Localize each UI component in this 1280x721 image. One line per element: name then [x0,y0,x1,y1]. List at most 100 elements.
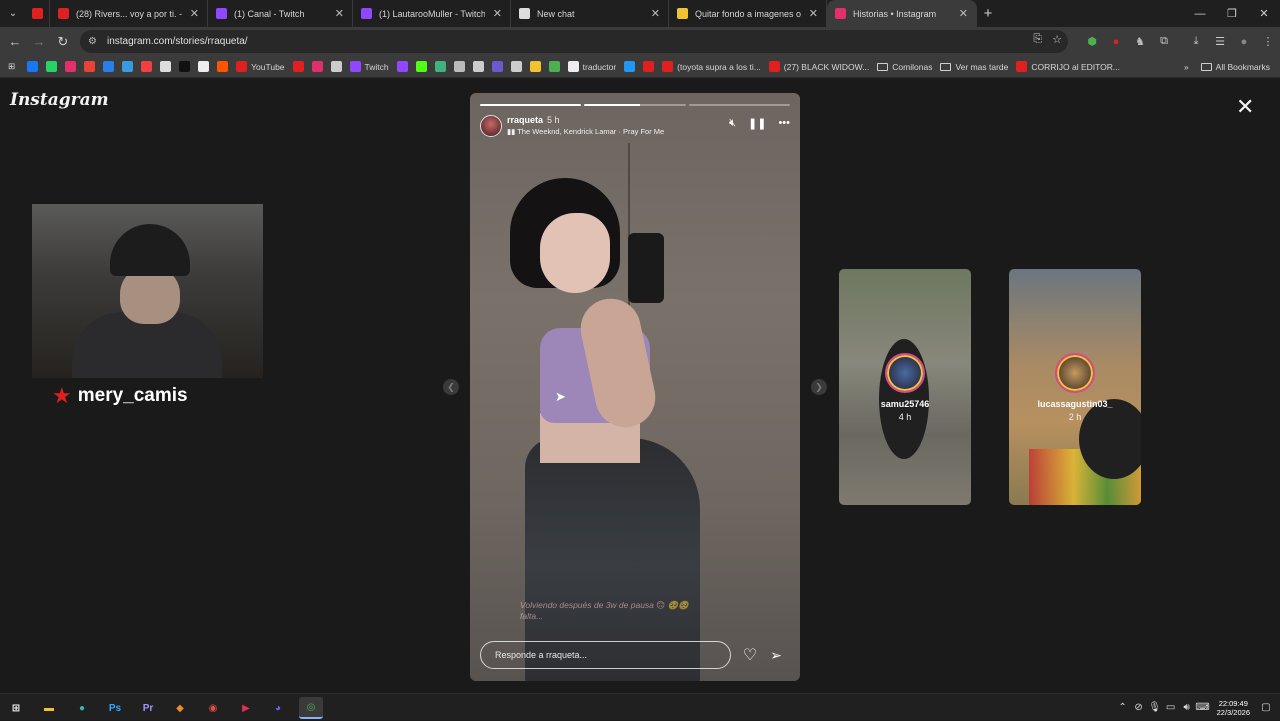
browser-tab[interactable]: New chat ✕ [511,0,669,27]
downloads-icon[interactable]: ⤓ [1184,30,1208,54]
close-tab-icon[interactable]: ✕ [493,7,502,20]
bookmark-item[interactable] [289,56,308,78]
windows-start-icon[interactable]: ⊞ [4,697,28,719]
bookmarks-overflow-icon[interactable]: » [1176,56,1197,78]
forward-button[interactable]: → [27,30,51,54]
story-username[interactable]: rraqueta [507,115,543,125]
bookmark-item[interactable] [80,56,99,78]
bookmark-item[interactable] [42,56,61,78]
more-options-icon[interactable]: ••• [778,117,790,130]
story-username-row[interactable]: rraqueta 5 h [507,115,560,125]
new-tab-button[interactable]: + [977,0,999,27]
extension-mask-icon[interactable]: ♞ [1128,30,1152,54]
photoshop-icon[interactable]: Ps [103,697,127,719]
instagram-logo[interactable]: Instagram [10,90,109,110]
bookmark-item[interactable] [469,56,488,78]
apps-grid-icon[interactable]: ⊞ [0,56,23,78]
language-icon[interactable]: ⌨ [1195,702,1211,713]
previous-story-arrow-icon[interactable]: ❮ [443,379,459,395]
story-viewer[interactable]: rraqueta 5 h ▮▮ The Weeknd, Kendrick Lama… [470,93,800,681]
bookmark-folder[interactable]: Ver mas tarde [936,56,1012,78]
reply-input[interactable] [480,641,731,669]
bookmark-item[interactable] [23,56,42,78]
browser-menu-icon[interactable]: ⋮ [1256,30,1280,54]
install-app-icon[interactable]: ⎘ [1033,33,1042,46]
file-explorer-icon[interactable]: ▬ [37,697,61,719]
story-avatar[interactable] [480,115,502,137]
chrome-icon[interactable]: ◎ [299,697,323,719]
bookmark-item[interactable] [99,56,118,78]
bookmark-item[interactable] [639,56,658,78]
close-window-button[interactable]: ✕ [1248,0,1280,27]
profile-avatar[interactable]: ● [1232,30,1256,54]
premiere-icon[interactable]: Pr [136,697,160,719]
next-story-arrow-icon[interactable]: ❯ [811,379,827,395]
close-tab-icon[interactable]: ✕ [335,7,344,20]
microphone-icon[interactable]: 🎙︎ [1147,702,1163,713]
bookmark-item[interactable]: YouTube [232,56,288,78]
system-clock[interactable]: 22:09:49 22/3/2026 [1217,699,1250,717]
close-stories-icon[interactable]: ✕ [1236,94,1254,120]
tab-search-button[interactable]: ⌄ [0,0,26,27]
bookmark-folder[interactable]: Comilonas [873,56,936,78]
bookmark-item[interactable] [450,56,469,78]
story-preview-card[interactable]: lucassagustin03_ 2 h [1009,269,1141,505]
reload-button[interactable]: ↻ [51,30,75,54]
pause-icon[interactable]: ❚❚ [748,117,766,130]
bookmark-item[interactable] [545,56,564,78]
site-info-icon[interactable]: ⚙ [88,36,97,47]
page-scrollbar[interactable] [1270,78,1280,693]
bookmark-item[interactable] [488,56,507,78]
bookmark-item[interactable] [118,56,137,78]
restore-button[interactable]: ❐ [1216,0,1248,27]
app-red-icon[interactable]: ▶ [234,697,258,719]
extension-shield-icon[interactable]: ⬢ [1080,30,1104,54]
tray-app-icon[interactable]: ⊘ [1131,702,1147,713]
bookmark-item[interactable] [526,56,545,78]
bookmark-item[interactable] [431,56,450,78]
bookmark-item[interactable] [194,56,213,78]
send-icon[interactable]: ➢ [766,644,786,666]
browser-tab[interactable]: Historias • Instagram ✕ [827,0,977,27]
network-icon[interactable]: ▭ [1163,702,1179,713]
bookmark-star-icon[interactable]: ☆ [1052,33,1062,46]
browser-tab[interactable]: Quitar fondo a imagenes online ✕ [669,0,827,27]
close-tab-icon[interactable]: ✕ [651,7,660,20]
browser-tab[interactable]: (28) Rivers... voy a por ti. - YouTube ✕ [50,0,208,27]
back-button[interactable]: ← [3,30,27,54]
bookmark-item[interactable] [507,56,526,78]
bookmark-item[interactable] [620,56,639,78]
bookmark-item[interactable] [393,56,412,78]
app-teal-icon[interactable]: ● [70,697,94,719]
bookmark-item[interactable]: (27) BLACK WIDOW... [765,56,874,78]
close-tab-icon[interactable]: ✕ [959,7,968,20]
bookmark-item[interactable] [61,56,80,78]
browser-tab[interactable]: (1) LautarooMuller - Twitch ✕ [353,0,511,27]
bookmark-item[interactable] [156,56,175,78]
bookmark-item[interactable] [327,56,346,78]
volume-icon[interactable]: 🔊︎ [1179,702,1195,713]
extensions-puzzle-icon[interactable]: ⧉ [1152,30,1176,54]
bookmark-item[interactable] [308,56,327,78]
tray-overflow-icon[interactable]: ⌃ [1115,702,1131,713]
story-preview-card[interactable]: samu25746 4 h [839,269,971,505]
pinned-tab[interactable] [26,0,50,27]
bookmark-item[interactable]: CORRIJO al EDITOR... [1012,56,1124,78]
close-tab-icon[interactable]: ✕ [190,7,199,20]
discord-icon[interactable]: ◕ [266,697,290,719]
browser-tab[interactable]: (1) Canal - Twitch ✕ [208,0,353,27]
like-heart-icon[interactable]: ♡ [740,644,760,666]
bookmark-item[interactable] [412,56,431,78]
all-bookmarks-folder[interactable]: All Bookmarks [1197,56,1280,78]
app-orange-icon[interactable]: ◆ [168,697,192,719]
bookmark-item[interactable] [137,56,156,78]
bookmark-item[interactable]: traductor [564,56,621,78]
reading-list-icon[interactable]: ☰ [1208,30,1232,54]
mute-icon[interactable]: 🔇︎ [729,117,736,130]
extension-record-icon[interactable]: ● [1104,30,1128,54]
bookmark-item[interactable]: Twitch [346,56,393,78]
story-music[interactable]: ▮▮ The Weeknd, Kendrick Lamar · Pray For… [507,127,664,136]
app-multi-icon[interactable]: ◉ [201,697,225,719]
notifications-icon[interactable]: ▢ [1258,702,1274,713]
address-bar[interactable]: ⚙ instagram.com/stories/rraqueta/ ⎘ ☆ [80,30,1068,53]
